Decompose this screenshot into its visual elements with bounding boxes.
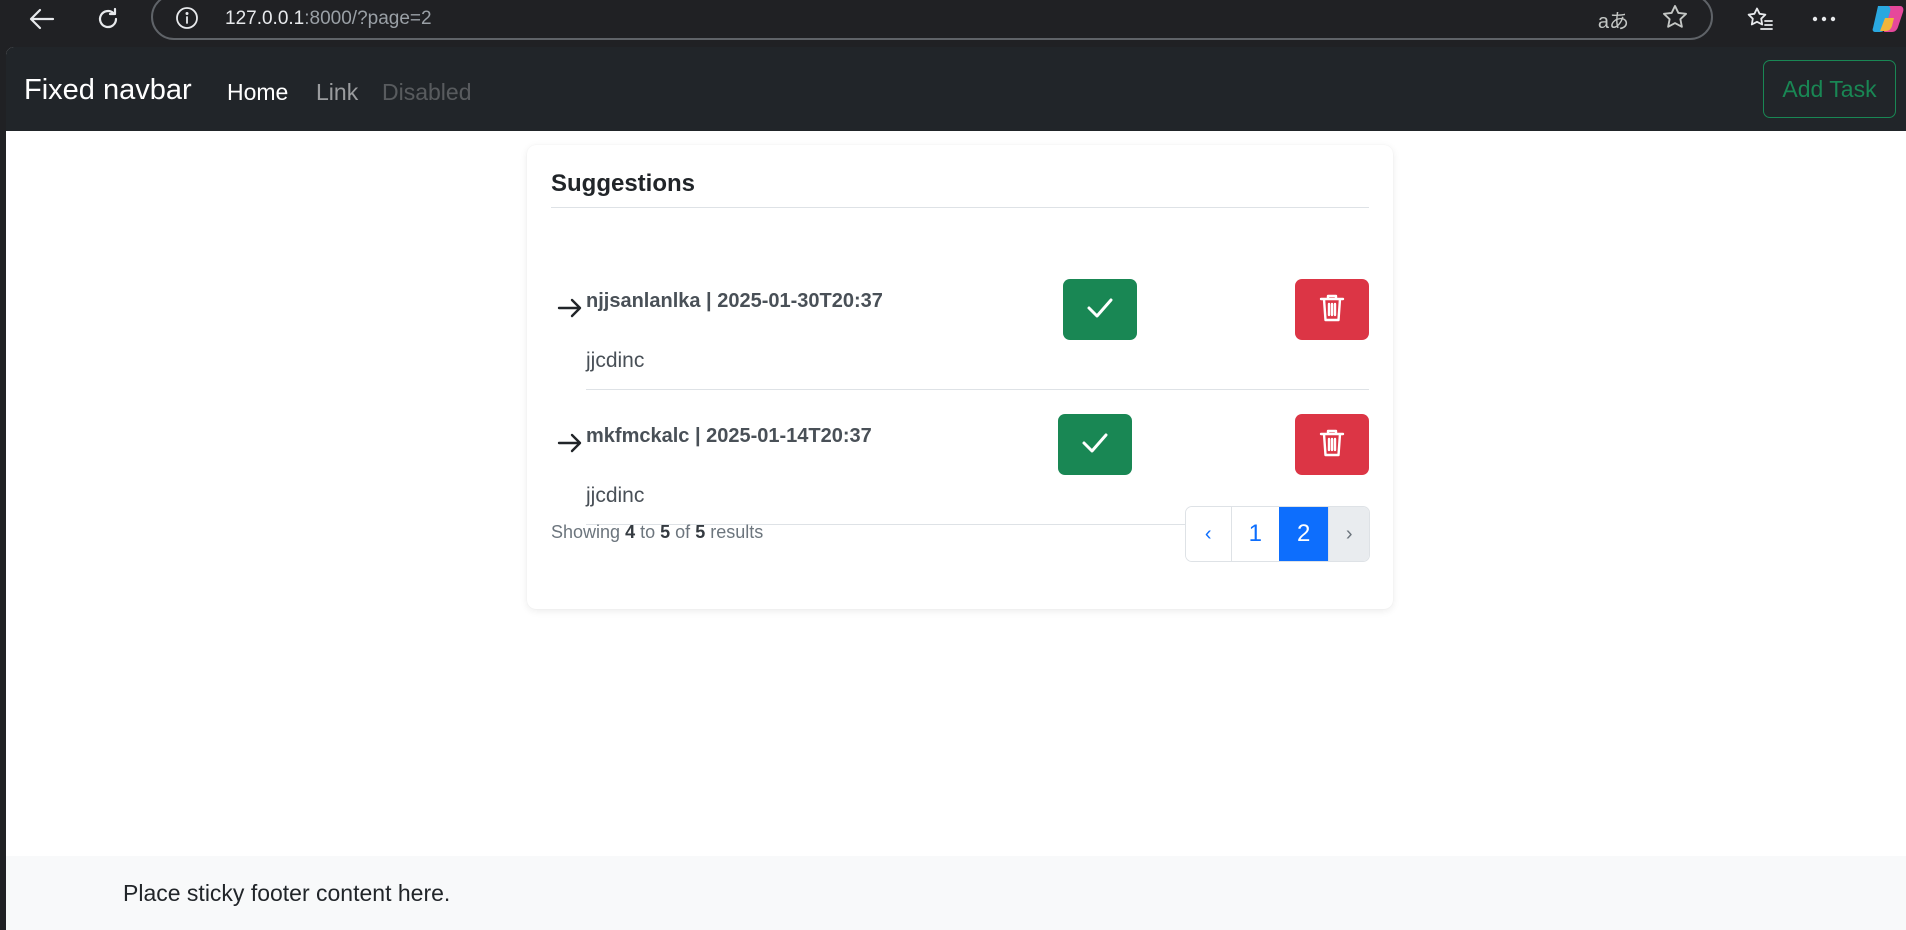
item-description: jjcdinc bbox=[586, 484, 645, 507]
results-prefix: Showing bbox=[551, 522, 621, 542]
pagination-page-1[interactable]: 1 bbox=[1230, 507, 1279, 561]
delete-button[interactable] bbox=[1295, 414, 1369, 475]
url-host: 127.0.0.1 bbox=[225, 8, 305, 29]
results-summary: Showing 4 to 5 of 5 results bbox=[551, 522, 763, 543]
read-aloud-icon[interactable]: aあ bbox=[1598, 5, 1629, 34]
url-path: :8000/?page=2 bbox=[304, 8, 432, 29]
copilot-icon[interactable] bbox=[1872, 4, 1906, 34]
back-arrow-icon bbox=[29, 8, 55, 30]
results-to-word: to bbox=[640, 522, 656, 542]
favorites-list-icon bbox=[1746, 6, 1774, 32]
item-divider bbox=[586, 389, 1369, 390]
delete-button[interactable] bbox=[1295, 279, 1369, 340]
results-from: 4 bbox=[625, 522, 636, 542]
url-text[interactable]: 127.0.0.1:8000/?page=2 bbox=[225, 8, 432, 30]
ellipsis-icon bbox=[1812, 16, 1836, 22]
arrow-right-icon bbox=[557, 297, 583, 324]
nav-link-disabled: Disabled bbox=[382, 79, 472, 105]
pagination-page-2-current[interactable]: 2 bbox=[1278, 507, 1329, 561]
results-to: 5 bbox=[660, 522, 671, 542]
navbar: Fixed navbar Home Link Disabled Add Task bbox=[6, 47, 1906, 131]
reload-icon bbox=[96, 7, 120, 31]
footer-text: Place sticky footer content here. bbox=[123, 880, 451, 906]
trash-icon bbox=[1319, 293, 1345, 326]
item-heading: mkfmckalc | 2025-01-14T20:37 bbox=[586, 425, 872, 447]
results-of-word: of bbox=[675, 522, 691, 542]
list-item: njjsanlanlka | 2025-01-30T20:37 jjcdinc bbox=[527, 279, 1393, 414]
check-icon bbox=[1086, 297, 1114, 322]
trash-icon bbox=[1319, 428, 1345, 461]
suggestions-card: Suggestions njjsanlanlka | 2025-01-30T20… bbox=[527, 145, 1393, 609]
favorites-button[interactable] bbox=[1740, 2, 1780, 36]
pagination: ‹ 1 2 › bbox=[1185, 506, 1370, 562]
results-suffix: results bbox=[710, 522, 764, 542]
results-total: 5 bbox=[695, 522, 706, 542]
page-viewport: Fixed navbar Home Link Disabled Add Task… bbox=[6, 47, 1906, 930]
title-divider bbox=[551, 207, 1369, 208]
nav-link-link[interactable]: Link bbox=[316, 79, 358, 106]
navbar-brand[interactable]: Fixed navbar bbox=[24, 74, 192, 107]
site-info-icon[interactable] bbox=[175, 6, 199, 35]
favorite-star-icon[interactable] bbox=[1661, 3, 1689, 36]
address-bar[interactable]: 127.0.0.1:8000/?page=2 aあ bbox=[151, 0, 1713, 40]
browser-toolbar: 127.0.0.1:8000/?page=2 aあ bbox=[0, 0, 1906, 47]
nav-link-home[interactable]: Home bbox=[227, 79, 288, 106]
pagination-prev[interactable]: ‹ bbox=[1186, 507, 1231, 561]
item-description: jjcdinc bbox=[586, 349, 645, 372]
arrow-right-icon bbox=[557, 432, 583, 459]
back-button[interactable] bbox=[22, 2, 62, 36]
check-icon bbox=[1081, 432, 1109, 457]
pagination-next[interactable]: › bbox=[1328, 507, 1369, 561]
footer: Place sticky footer content here. bbox=[6, 856, 1906, 930]
reload-button[interactable] bbox=[88, 2, 128, 36]
item-heading: njjsanlanlka | 2025-01-30T20:37 bbox=[586, 290, 883, 312]
card-title: Suggestions bbox=[551, 170, 696, 197]
accept-button[interactable] bbox=[1058, 414, 1132, 475]
add-task-button[interactable]: Add Task bbox=[1763, 60, 1896, 118]
accept-button[interactable] bbox=[1063, 279, 1137, 340]
more-menu-button[interactable] bbox=[1804, 2, 1844, 36]
